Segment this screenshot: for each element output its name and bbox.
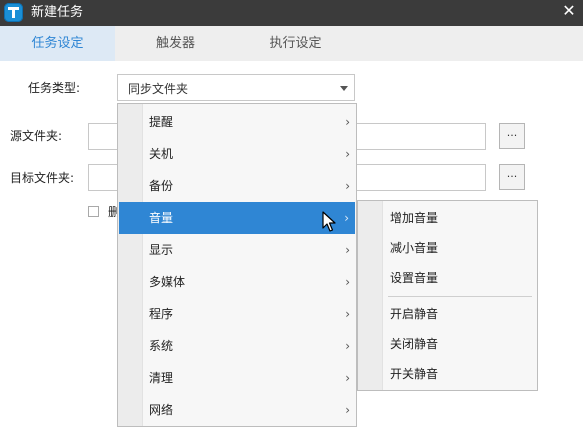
submenu-item-label: 开启静音 — [390, 307, 439, 321]
menu-item-label: 显示 — [149, 243, 174, 257]
menu-item-multimedia[interactable]: 多媒体 › — [118, 266, 356, 298]
chevron-right-icon: › — [345, 147, 350, 161]
chevron-right-icon: › — [345, 403, 350, 417]
title-bar: 新建任务 ✕ — [0, 0, 583, 26]
chevron-right-icon: › — [345, 115, 350, 129]
tab-trigger[interactable]: 触发器 — [118, 26, 233, 61]
menu-item-cleanup[interactable]: 清理 › — [118, 362, 356, 394]
task-type-value: 同步文件夹 — [128, 82, 189, 96]
menu-item-network[interactable]: 网络 › — [118, 394, 356, 426]
tab-task-settings[interactable]: 任务设定 — [0, 26, 115, 61]
task-type-label: 任务类型: — [28, 81, 81, 95]
chevron-right-icon: › — [345, 243, 350, 257]
tab-execution-settings[interactable]: 执行设定 — [238, 26, 353, 61]
submenu-item-label: 增加音量 — [390, 211, 439, 225]
menu-item-label: 关机 — [149, 147, 174, 161]
menu-item-label: 多媒体 — [149, 275, 186, 289]
volume-submenu: 增加音量 减小音量 设置音量 开启静音 关闭静音 开关静音 — [357, 200, 538, 391]
submenu-item-decrease-volume[interactable]: 减小音量 — [358, 233, 537, 263]
menu-item-label: 网络 — [149, 403, 174, 417]
submenu-item-mute-on[interactable]: 开启静音 — [358, 299, 537, 329]
task-type-menu: 提醒 › 关机 › 备份 › 音量 › 显示 › 多媒体 › 程序 › 系统 ›… — [117, 103, 357, 427]
submenu-item-mute-off[interactable]: 关闭静音 — [358, 329, 537, 359]
chevron-right-icon: › — [345, 307, 350, 321]
submenu-item-label: 开关静音 — [390, 367, 439, 381]
target-folder-label: 目标文件夹: — [10, 171, 75, 185]
chevron-right-icon: › — [345, 275, 350, 289]
menu-item-label: 清理 — [149, 371, 174, 385]
close-button[interactable]: ✕ — [561, 1, 577, 21]
submenu-item-label: 关闭静音 — [390, 337, 439, 351]
tab-bar: 任务设定 触发器 执行设定 — [0, 26, 583, 61]
menu-item-label: 系统 — [149, 339, 174, 353]
mouse-pointer-icon — [322, 211, 336, 236]
menu-item-label: 备份 — [149, 179, 174, 193]
source-folder-label: 源文件夹: — [10, 129, 63, 143]
submenu-item-label: 设置音量 — [390, 271, 439, 285]
menu-item-backup[interactable]: 备份 › — [118, 170, 356, 202]
menu-item-label: 程序 — [149, 307, 174, 321]
menu-item-label: 提醒 — [149, 115, 174, 129]
menu-item-volume[interactable]: 音量 › — [119, 202, 355, 234]
source-browse-button[interactable]: ... — [499, 123, 525, 149]
option-checkbox[interactable] — [88, 206, 99, 217]
chevron-right-icon: › — [345, 371, 350, 385]
chevron-down-icon — [340, 86, 348, 91]
task-type-select[interactable]: 同步文件夹 — [117, 74, 355, 101]
chevron-right-icon: › — [344, 211, 349, 225]
submenu-item-increase-volume[interactable]: 增加音量 — [358, 203, 537, 233]
menu-item-reminder[interactable]: 提醒 › — [118, 106, 356, 138]
menu-item-label: 音量 — [149, 211, 174, 225]
menu-item-system[interactable]: 系统 › — [118, 330, 356, 362]
submenu-item-set-volume[interactable]: 设置音量 — [358, 263, 537, 293]
submenu-item-label: 减小音量 — [390, 241, 439, 255]
window-title: 新建任务 — [31, 5, 84, 20]
submenu-separator — [388, 296, 532, 297]
chevron-right-icon: › — [345, 179, 350, 193]
app-logo-icon — [4, 3, 23, 22]
menu-item-display[interactable]: 显示 › — [118, 234, 356, 266]
menu-item-shutdown[interactable]: 关机 › — [118, 138, 356, 170]
target-browse-button[interactable]: ... — [499, 164, 525, 190]
chevron-right-icon: › — [345, 339, 350, 353]
submenu-item-toggle-mute[interactable]: 开关静音 — [358, 359, 537, 389]
menu-item-program[interactable]: 程序 › — [118, 298, 356, 330]
